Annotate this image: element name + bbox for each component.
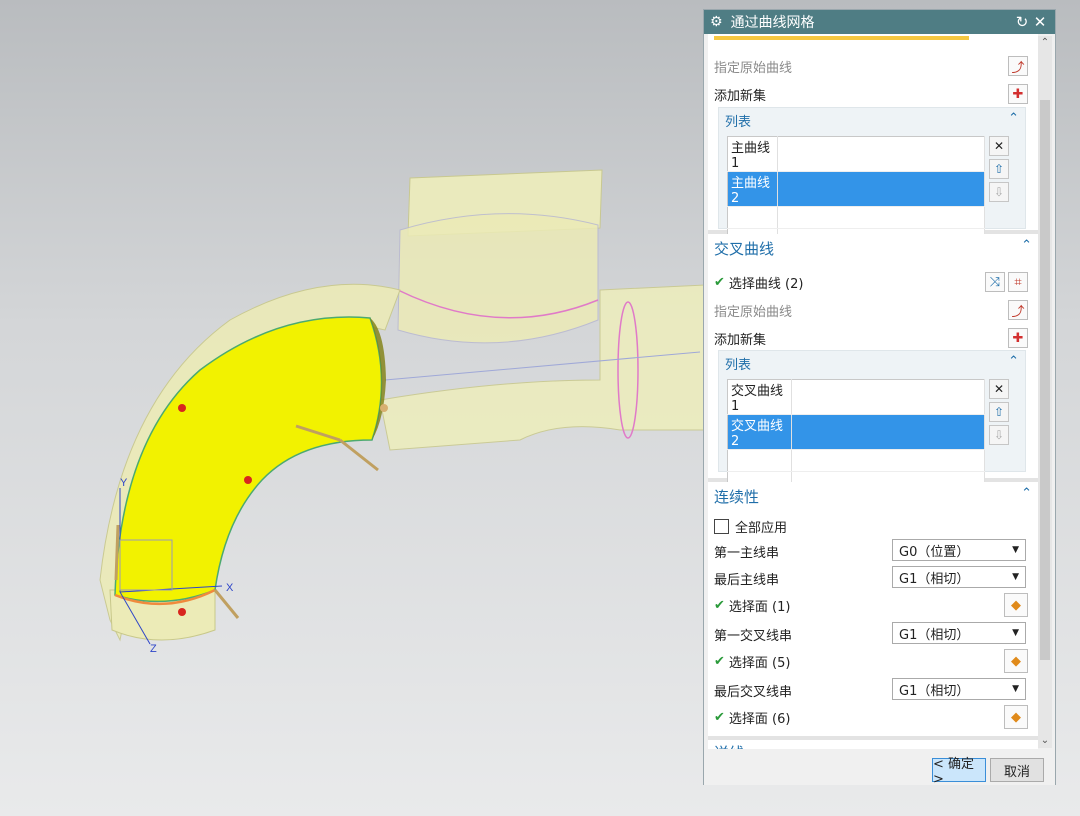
- cylinder-surface: [397, 213, 599, 344]
- remove-icon[interactable]: ✕: [989, 379, 1009, 399]
- list-item[interactable]: 交叉曲线 1: [727, 379, 985, 415]
- dropdown-arrow-icon: ▼: [1012, 572, 1019, 582]
- cross-origin-label: 指定原始曲线: [714, 304, 793, 320]
- face-select-icon[interactable]: ◆: [1004, 593, 1028, 617]
- last-primary-dropdown[interactable]: G1（相切） ▼: [892, 566, 1026, 588]
- continuity-title: 连续性: [714, 488, 760, 506]
- check-icon: ✔: [714, 653, 725, 669]
- chevron-up-icon[interactable]: ⌃: [1021, 486, 1032, 507]
- cross-title: 交叉曲线: [714, 240, 775, 258]
- face5-label[interactable]: 选择面 (5): [729, 652, 1001, 671]
- move-up-icon[interactable]: ⇧: [989, 159, 1009, 179]
- origin-curve-icon[interactable]: ⤴: [1008, 56, 1028, 76]
- add-set-icon[interactable]: ✚: [1008, 84, 1028, 104]
- scrollbar-thumb[interactable]: [1040, 100, 1050, 660]
- section-cross-curves: 交叉曲线 ⌃ ✔ 选择曲线 (2) ⤨ ⌗ 指定原始曲线 ⤴ 添加新集 ✚ 列表…: [708, 234, 1038, 494]
- move-up-icon[interactable]: ⇧: [989, 402, 1009, 422]
- list-item[interactable]: 主曲线 2: [727, 171, 985, 207]
- check-icon: ✔: [714, 597, 725, 613]
- axis-label-y: Y: [120, 477, 128, 489]
- dialog-content: 指定原始曲线 ⤴ 添加新集 ✚ 列表 ⌃ 主曲线 1 主曲线 2 ✕ ⇧ ⇩ 交…: [708, 34, 1038, 749]
- reset-icon[interactable]: ↻: [1013, 13, 1031, 31]
- scroll-down-icon[interactable]: ⌄: [1038, 734, 1052, 748]
- section-next-partial: 送线 ⌄: [708, 740, 1038, 749]
- control-point[interactable]: [178, 404, 186, 412]
- cross-list-title: 列表: [725, 358, 752, 373]
- primary-origin-label: 指定原始曲线: [714, 60, 793, 76]
- cross-list-panel: 列表 ⌃ 交叉曲线 1 交叉曲线 2 ✕ ⇧ ⇩: [718, 350, 1026, 494]
- check-icon: ✔: [714, 274, 725, 290]
- cross-add-set-label: 添加新集: [714, 332, 767, 348]
- control-point[interactable]: [178, 608, 186, 616]
- first-primary-dropdown[interactable]: G0（位置） ▼: [892, 539, 1026, 561]
- control-point[interactable]: [244, 476, 252, 484]
- primary-list-title: 列表: [725, 115, 752, 130]
- next-section-title: 送线: [714, 742, 1021, 749]
- face6-label[interactable]: 选择面 (6): [729, 708, 1001, 727]
- dropdown-arrow-icon: ▼: [1012, 628, 1019, 638]
- cross-select-label[interactable]: 选择曲线 (2): [729, 273, 982, 292]
- chevron-up-icon[interactable]: ⌃: [1021, 238, 1032, 259]
- first-cross-dropdown[interactable]: G1（相切） ▼: [892, 622, 1026, 644]
- chevron-up-icon[interactable]: ⌃: [1008, 354, 1019, 373]
- list-item[interactable]: 主曲线 1: [727, 136, 985, 172]
- curve-rule-icon[interactable]: ⌗: [1008, 272, 1028, 292]
- manipulator-arrow[interactable]: [339, 438, 379, 472]
- manipulator-arrow[interactable]: [213, 589, 240, 619]
- check-icon: ✔: [714, 709, 725, 725]
- scroll-up-icon[interactable]: ⌃: [1038, 36, 1052, 50]
- control-point[interactable]: [380, 404, 388, 412]
- cancel-button[interactable]: 取消: [990, 758, 1044, 782]
- face1-label[interactable]: 选择面 (1): [729, 596, 1001, 615]
- cross-list[interactable]: 交叉曲线 1 交叉曲线 2: [727, 379, 985, 494]
- remove-icon[interactable]: ✕: [989, 136, 1009, 156]
- dialog-scrollbar[interactable]: ⌃ ⌄: [1038, 36, 1052, 748]
- gear-icon[interactable]: ⚙: [710, 14, 723, 30]
- axis-label-z: Z: [150, 643, 157, 655]
- move-down-icon[interactable]: ⇩: [989, 182, 1009, 202]
- face-select-icon[interactable]: ◆: [1004, 705, 1028, 729]
- section-continuity: 连续性 ⌃ 全部应用 第一主线串 G0（位置） ▼ 最后主线串 G1（相切） ▼ ✔…: [708, 482, 1038, 740]
- primary-list-panel: 列表 ⌃ 主曲线 1 主曲线 2 ✕ ⇧ ⇩: [718, 107, 1026, 251]
- chevron-up-icon[interactable]: ⌃: [1008, 111, 1019, 130]
- primary-add-set-label: 添加新集: [714, 88, 767, 104]
- apply-all-label: 全部应用: [735, 520, 788, 536]
- section-primary-curves: 指定原始曲线 ⤴ 添加新集 ✚ 列表 ⌃ 主曲线 1 主曲线 2 ✕ ⇧ ⇩: [708, 34, 1038, 251]
- manipulator-arrow[interactable]: [114, 524, 120, 581]
- dialog-titlebar: ⚙ 通过曲线网格 ↻ ✕: [704, 10, 1055, 34]
- dialog-footer: < 确定 > 取消: [704, 749, 1055, 787]
- list-item[interactable]: 交叉曲线 2: [727, 414, 985, 450]
- axis-label-x: X: [226, 582, 234, 594]
- dropdown-arrow-icon: ▼: [1012, 684, 1019, 694]
- ok-button[interactable]: < 确定 >: [932, 757, 986, 787]
- elbow-surface[interactable]: [114, 316, 383, 603]
- origin-curve-icon[interactable]: ⤴: [1008, 300, 1028, 320]
- add-set-icon[interactable]: ✚: [1008, 328, 1028, 348]
- chevron-down-icon[interactable]: ⌄: [1021, 742, 1032, 749]
- mesh-curves-dialog: ⚙ 通过曲线网格 ↻ ✕ 指定原始曲线 ⤴ 添加新集 ✚ 列表 ⌃ 主曲线 1: [703, 9, 1056, 787]
- face-select-icon[interactable]: ◆: [1004, 649, 1028, 673]
- last-cross-dropdown[interactable]: G1（相切） ▼: [892, 678, 1026, 700]
- dropdown-arrow-icon: ▼: [1012, 545, 1019, 555]
- curve-select-icon[interactable]: ⤨: [985, 272, 1005, 292]
- apply-all-checkbox[interactable]: [714, 518, 729, 534]
- close-icon[interactable]: ✕: [1031, 13, 1049, 31]
- move-down-icon[interactable]: ⇩: [989, 425, 1009, 445]
- dialog-title: 通过曲线网格: [730, 15, 815, 31]
